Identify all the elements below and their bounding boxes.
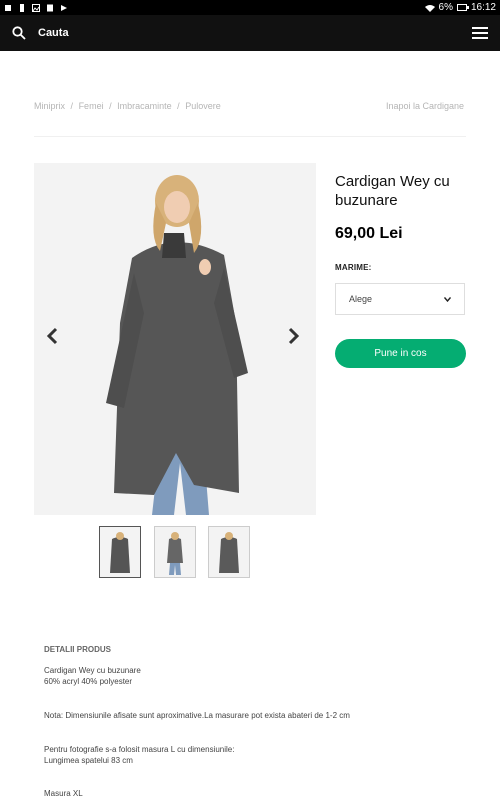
breadcrumb-separator: / bbox=[109, 101, 112, 111]
details-line: Cardigan Wey cu buzunare bbox=[44, 666, 141, 675]
wifi-icon bbox=[424, 4, 435, 12]
details-line: 60% acryl 40% polyester bbox=[44, 677, 133, 686]
breadcrumb: Miniprix / Femei / Imbracaminte / Pulove… bbox=[34, 101, 224, 111]
status-bar: 6% 16:12 bbox=[0, 0, 500, 15]
thumbnail-photo bbox=[155, 527, 195, 577]
battery-icon bbox=[456, 4, 469, 11]
back-link[interactable]: Inapoi la Cardigane bbox=[386, 101, 464, 111]
notification-icons bbox=[4, 3, 68, 12]
notification-icon bbox=[20, 3, 24, 12]
menu-icon[interactable] bbox=[472, 27, 488, 39]
battery-percent: 6% bbox=[438, 2, 453, 13]
breadcrumb-item[interactable]: Imbracaminte bbox=[117, 101, 172, 111]
details-line: Lungimea spatelui 83 cm bbox=[44, 756, 133, 765]
product-photo bbox=[34, 163, 316, 515]
thumbnail-3[interactable] bbox=[208, 526, 250, 578]
size-label: MARIME: bbox=[335, 263, 372, 272]
size-dropdown-value: Alege bbox=[349, 294, 373, 304]
details-line: Masura XL bbox=[44, 789, 83, 798]
thumbnail-photo bbox=[100, 527, 140, 577]
size-dropdown[interactable]: Alege bbox=[335, 283, 465, 315]
breadcrumb-item[interactable]: Miniprix bbox=[34, 101, 65, 111]
thumbnail-1[interactable] bbox=[99, 526, 141, 578]
thumbnail-photo bbox=[209, 527, 249, 577]
thumbnail-2[interactable] bbox=[154, 526, 196, 578]
clock: 16:12 bbox=[470, 2, 496, 13]
next-image-arrow-icon[interactable] bbox=[284, 327, 302, 345]
product-title: Cardigan Wey cu buzunare bbox=[335, 173, 450, 209]
details-line: Nota: Dimensiunile afisate sunt aproxima… bbox=[44, 711, 350, 720]
image-icon bbox=[32, 3, 40, 12]
previous-image-arrow-icon[interactable] bbox=[44, 327, 62, 345]
product-price: 69,00 Lei bbox=[335, 225, 403, 242]
play-icon bbox=[61, 4, 67, 11]
breadcrumb-item[interactable]: Pulovere bbox=[185, 101, 221, 111]
chevron-down-icon bbox=[444, 296, 451, 302]
notification-icon bbox=[5, 4, 11, 11]
app-bar: Cauta bbox=[0, 15, 500, 51]
breadcrumb-separator: / bbox=[177, 101, 180, 111]
breadcrumb-item[interactable]: Femei bbox=[79, 101, 104, 111]
divider bbox=[34, 136, 466, 137]
add-to-cart-button[interactable]: Pune in cos bbox=[335, 339, 466, 368]
product-image[interactable] bbox=[34, 163, 316, 515]
search-label[interactable]: Cauta bbox=[38, 27, 69, 39]
details-heading: DETALII PRODUS bbox=[44, 645, 111, 654]
search-icon[interactable] bbox=[12, 26, 26, 40]
details-line: Pentru fotografie s-a folosit masura L c… bbox=[44, 745, 235, 754]
breadcrumb-separator: / bbox=[70, 101, 74, 111]
document-icon bbox=[47, 4, 53, 11]
